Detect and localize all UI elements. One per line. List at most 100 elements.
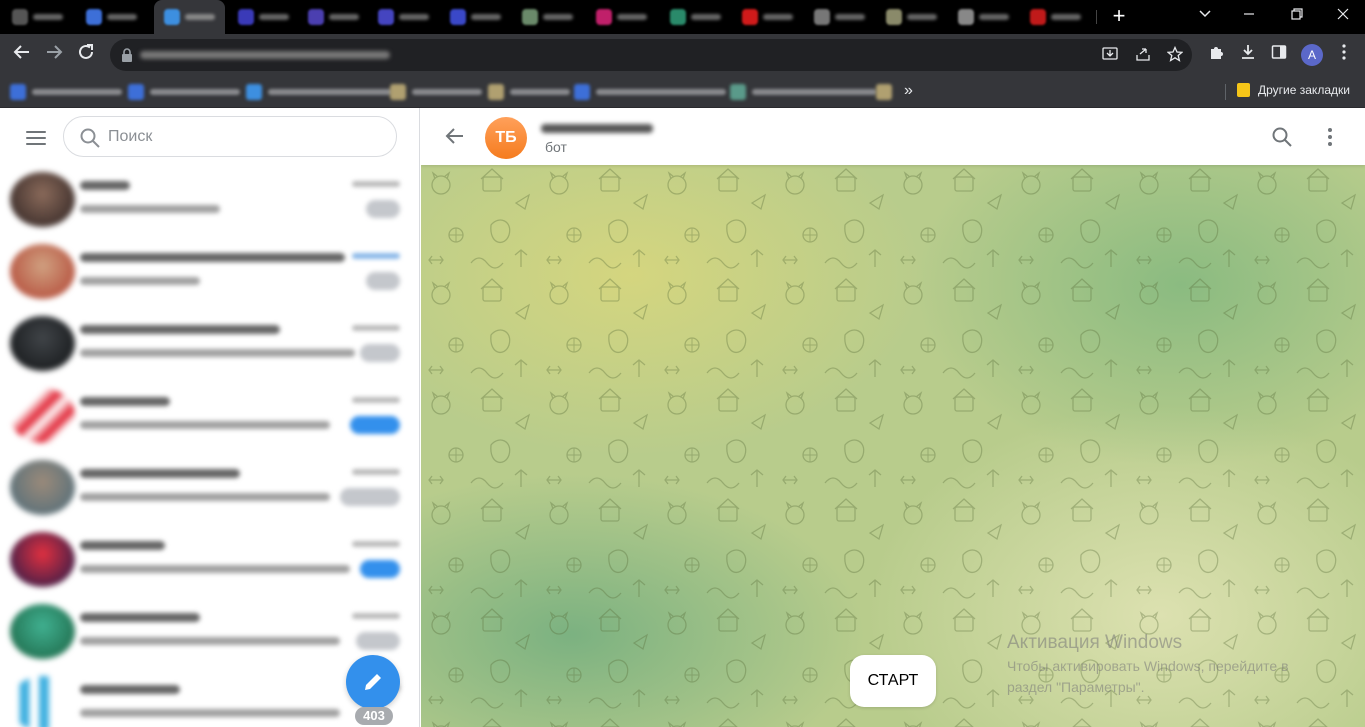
browser-tabstrip: +: [0, 0, 1365, 34]
avatar: [10, 676, 75, 727]
chat-list-item[interactable]: [8, 452, 404, 524]
browser-tab[interactable]: [664, 6, 727, 28]
side-panel-icon[interactable]: [1268, 44, 1290, 66]
bookmark-item[interactable]: [876, 84, 892, 100]
chat-preview-blurred: [80, 205, 220, 213]
peer-avatar[interactable]: ТБ: [485, 117, 527, 159]
more-vert-icon[interactable]: [1333, 44, 1355, 66]
chat-name-blurred: [80, 613, 200, 622]
browser-tab[interactable]: [516, 6, 579, 28]
browser-tab[interactable]: [880, 6, 943, 28]
peer-name-blurred[interactable]: [541, 124, 653, 133]
forward-arrow-icon[interactable]: [40, 41, 68, 69]
avatar: [10, 532, 75, 587]
compose-button[interactable]: [346, 655, 400, 709]
chat-time-blurred: [352, 181, 400, 187]
chat-time-blurred: [352, 397, 400, 403]
bookmark-item[interactable]: [246, 84, 393, 100]
bookmark-item[interactable]: [488, 84, 570, 100]
bookmark-item[interactable]: [390, 84, 482, 100]
windows-activation-subtitle: Чтобы активировать Windows, перейдите в …: [1007, 658, 1289, 695]
chat-preview-blurred: [80, 349, 355, 357]
bookmark-item[interactable]: [10, 84, 122, 100]
extensions-icon[interactable]: [1205, 44, 1227, 66]
chat-name-blurred: [80, 181, 130, 190]
other-bookmarks-folder[interactable]: Другие закладки: [1237, 83, 1350, 97]
browser-tab[interactable]: [952, 6, 1015, 28]
install-app-icon[interactable]: [1100, 46, 1120, 66]
browser-tab[interactable]: [808, 6, 871, 28]
chat-name-blurred: [80, 685, 180, 694]
start-bot-button[interactable]: СТАРТ: [850, 655, 936, 707]
unread-badge: [350, 416, 400, 434]
bookmark-item[interactable]: [574, 84, 726, 100]
chat-time-blurred: [352, 253, 400, 259]
bookmarks-overflow-button[interactable]: »: [904, 82, 913, 100]
browser-tab[interactable]: [444, 6, 507, 28]
address-bar[interactable]: [110, 39, 1192, 71]
unread-badge: [360, 344, 400, 362]
minimize-icon[interactable]: [1234, 2, 1264, 30]
chat-time-blurred: [352, 613, 400, 619]
chat-name-blurred: [80, 253, 345, 262]
star-icon[interactable]: [1165, 45, 1185, 66]
unread-badge: [340, 488, 400, 506]
search-icon[interactable]: [1270, 125, 1294, 149]
browser-tab[interactable]: [302, 6, 365, 28]
chat-preview-blurred: [80, 277, 200, 285]
restore-icon[interactable]: [1282, 2, 1312, 30]
bookmark-item[interactable]: [128, 84, 240, 100]
lock-icon[interactable]: [120, 47, 134, 63]
chat-name-blurred: [80, 397, 170, 406]
unread-badge: [360, 560, 400, 578]
chat-preview-blurred: [80, 565, 350, 573]
bookmark-item[interactable]: [730, 84, 877, 100]
chat-list-item[interactable]: [8, 596, 404, 668]
pencil-icon: [365, 674, 381, 690]
search-icon: [80, 128, 100, 148]
chat-name-blurred: [80, 469, 240, 478]
tab-divider: [1096, 10, 1097, 24]
share-icon[interactable]: [1133, 46, 1153, 66]
reload-icon[interactable]: [72, 41, 100, 69]
chat-list-item[interactable]: [8, 668, 404, 727]
chat-list-item[interactable]: [8, 524, 404, 596]
browser-tab[interactable]: [736, 6, 799, 28]
hamburger-menu-icon[interactable]: [24, 127, 48, 147]
chat-list-item[interactable]: [8, 308, 404, 380]
browser-tab[interactable]: [590, 6, 653, 28]
other-bookmarks-label: Другие закладки: [1258, 83, 1350, 97]
chat-time-blurred: [352, 541, 400, 547]
profile-avatar[interactable]: A: [1301, 44, 1323, 66]
close-icon[interactable]: [1328, 2, 1358, 30]
back-arrow-icon[interactable]: [443, 124, 467, 148]
avatar: [10, 172, 75, 227]
doodle-pattern: [421, 165, 1365, 727]
chat-name-blurred: [80, 541, 165, 550]
browser-tab[interactable]: [1024, 6, 1087, 28]
browser-tab[interactable]: [80, 6, 143, 28]
new-tab-button[interactable]: +: [1106, 4, 1132, 30]
browser-tab[interactable]: [232, 6, 295, 28]
chat-time-blurred: [352, 469, 400, 475]
tab-search-chevron-down-icon[interactable]: [1190, 2, 1220, 30]
unread-badge: [356, 632, 400, 650]
chat-list-item[interactable]: [8, 164, 404, 236]
browser-tab[interactable]: [372, 6, 435, 28]
compose-badge: 403: [355, 707, 393, 725]
browser-tab-active[interactable]: [154, 0, 225, 34]
chat-preview-blurred: [80, 421, 330, 429]
search-field[interactable]: [63, 116, 397, 157]
browser-tab[interactable]: [6, 6, 69, 28]
avatar: [10, 244, 75, 299]
search-input[interactable]: [108, 126, 378, 148]
folder-icon: [1237, 83, 1250, 97]
bookmarks-bar: » Другие закладки: [0, 76, 1365, 108]
chat-list-item[interactable]: [8, 380, 404, 452]
download-icon[interactable]: [1237, 44, 1259, 66]
chat-preview-blurred: [80, 709, 340, 717]
more-vert-icon[interactable]: [1318, 125, 1342, 149]
chat-list-item[interactable]: [8, 236, 404, 308]
avatar: [10, 316, 75, 371]
back-arrow-icon[interactable]: [8, 41, 36, 69]
